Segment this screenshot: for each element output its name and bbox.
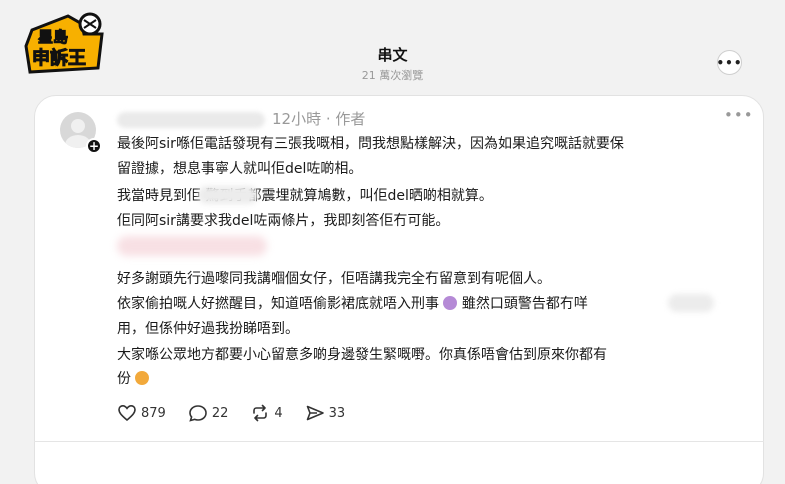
- post-text-line: 佢同阿sir講要求我del咗兩條片，我即刻答佢冇可能。: [117, 213, 450, 229]
- post-meta: 12小時 · 作者: [272, 110, 366, 128]
- more-options-button[interactable]: •••: [717, 50, 742, 75]
- repost-count: 4: [274, 405, 283, 421]
- blurred-text: [117, 236, 267, 256]
- grimace-emoji-icon: [135, 371, 150, 385]
- comment-count: 22: [211, 405, 229, 421]
- like-count: 879: [141, 405, 166, 421]
- post-text-line: 我當時見到佢 驚到手都震埋就算鳩數，叫佢del晒啲相就算。: [117, 188, 493, 204]
- post-text-line: 用，但係仲好過我扮睇唔到。: [117, 321, 299, 337]
- share-icon: [306, 405, 324, 421]
- facepalm-emoji-icon: [443, 296, 458, 310]
- post-text-line: 依家偷拍嘅人好撚醒目，知道唔偷影裙底就唔入刑事 雖然口頭警告都冇咩: [117, 293, 588, 313]
- heart-icon: [118, 404, 136, 422]
- plus-icon[interactable]: +: [86, 138, 102, 154]
- repost-icon: [253, 404, 268, 422]
- comment-icon: [189, 405, 207, 422]
- repost-button[interactable]: 4: [250, 404, 283, 422]
- share-button[interactable]: 33: [305, 404, 346, 422]
- view-count: 21 萬次瀏覽: [361, 69, 424, 82]
- post-text-segment: 依家偷拍嘅人好撚醒目，知道唔偷影裙底就唔入刑事: [117, 296, 439, 312]
- post-text-line: 最後阿sir喺佢電話發現有三張我嘅相，問我想點樣解決，因為如果追究嘅話就要保: [117, 136, 624, 152]
- post-text-line: 份: [117, 368, 150, 388]
- post-actions: 879 22 4 33: [117, 404, 367, 422]
- post-card: [34, 95, 764, 484]
- blurred-text: [198, 186, 258, 204]
- avatar-head: [71, 119, 85, 133]
- blurred-username[interactable]: [117, 112, 265, 128]
- post-more-button[interactable]: •••: [724, 106, 754, 124]
- share-count: 33: [328, 405, 346, 421]
- ellipsis-icon: •••: [716, 55, 743, 70]
- post-text-segment: 份: [117, 371, 131, 387]
- like-button[interactable]: 879: [117, 404, 166, 422]
- comment-button[interactable]: 22: [188, 404, 229, 422]
- post-text-line: 大家喺公眾地方都要小心留意多啲身邊發生緊嘅嘢。你真係唔會估到原來你都有: [117, 347, 607, 363]
- blurred-text: [668, 294, 714, 312]
- page-title: 串文: [377, 46, 408, 64]
- divider: [34, 441, 764, 442]
- post-text-line: 留證據，想息事寧人就叫佢del咗啲相。: [117, 161, 363, 177]
- post-text-line: 好多謝頭先行過嚟同我講嗰個女仔，佢唔講我完全冇留意到有呢個人。: [117, 271, 551, 287]
- post-text-segment: 雖然口頭警告都冇咩: [461, 296, 588, 312]
